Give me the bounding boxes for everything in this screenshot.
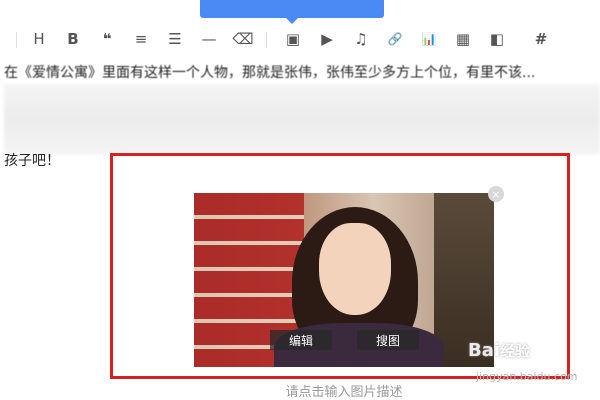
image-close-icon[interactable]: ×	[488, 186, 504, 202]
content-text-line: 在《爱情公寓》里面有这样一个人物，那就是张伟，张伟至少多方上个位，有里不该...	[4, 65, 536, 81]
toolbar-divider	[16, 32, 17, 48]
top-tab-bar	[200, 0, 384, 18]
table-icon[interactable]: ▦	[452, 28, 474, 50]
editor-toolbar: H B ❝ ≡ ☰ — ⌫ ▣ ▶ ♫ 🔗 📊 ▦ ◧ #	[0, 22, 600, 56]
photo-face	[319, 223, 391, 315]
blurred-content	[4, 84, 600, 154]
quote-icon[interactable]: ❝	[96, 28, 118, 50]
image-icon[interactable]: ▣	[282, 28, 304, 50]
horizontal-rule-icon[interactable]: —	[198, 28, 220, 50]
ordered-list-icon[interactable]: ≡	[130, 28, 152, 50]
search-image-button[interactable]: 搜图	[357, 330, 419, 350]
hashtag-icon[interactable]: #	[530, 28, 552, 50]
eraser-icon[interactable]: ⌫	[232, 28, 254, 50]
watermark-brand-suffix: 经验	[500, 342, 531, 360]
inserted-photo[interactable]	[194, 193, 494, 367]
music-icon[interactable]: ♫	[350, 28, 372, 50]
content-text-line: 孩子吧！	[4, 153, 60, 169]
heading-icon[interactable]: H	[28, 28, 50, 50]
toolbar-divider	[266, 32, 267, 48]
image-caption-input[interactable]: 请点击输入图片描述	[0, 381, 600, 400]
watermark-brand: Bai经验	[468, 340, 530, 361]
edit-image-button[interactable]: 编辑	[270, 330, 332, 350]
unordered-list-icon[interactable]: ☰	[164, 28, 186, 50]
chart-icon[interactable]: 📊	[418, 28, 440, 50]
watermark-brand-text: Bai	[468, 340, 501, 361]
bookmark-icon[interactable]: ◧	[486, 28, 508, 50]
link-icon[interactable]: 🔗	[384, 28, 406, 50]
bold-icon[interactable]: B	[62, 28, 84, 50]
video-icon[interactable]: ▶	[316, 28, 338, 50]
